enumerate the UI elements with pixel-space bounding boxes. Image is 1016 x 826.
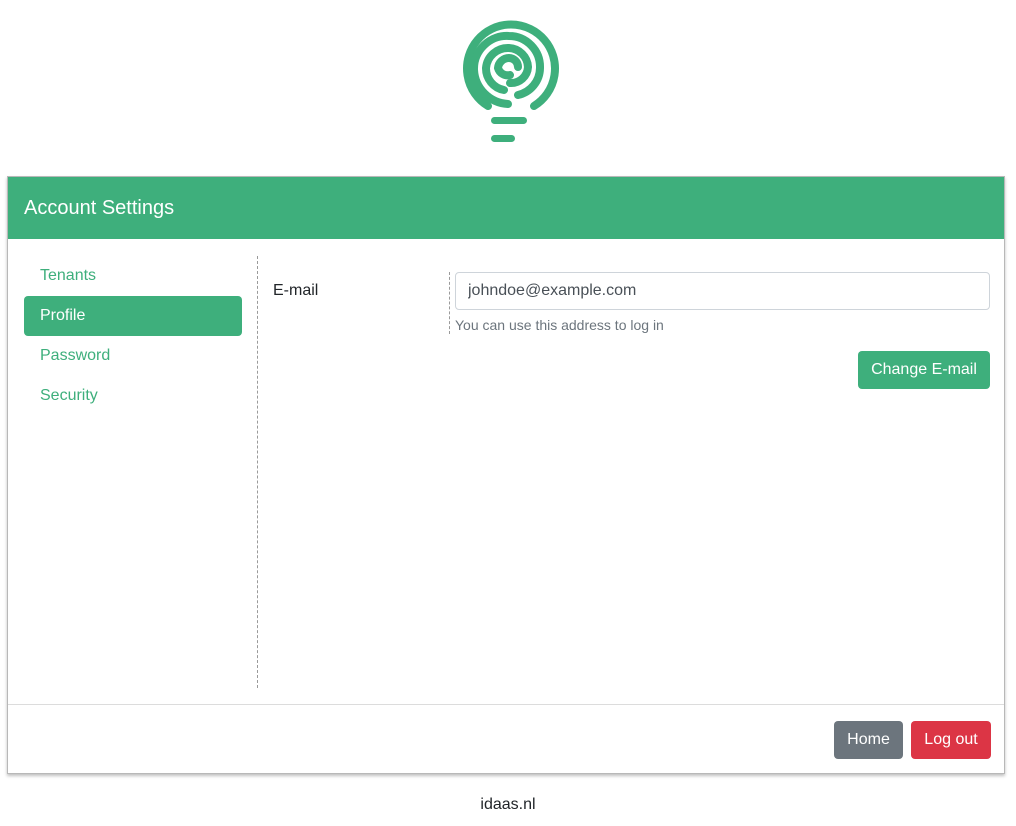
footer-domain: idaas.nl	[480, 796, 536, 813]
header-logo-area	[0, 0, 1016, 176]
sidebar-item-security[interactable]: Security	[24, 376, 242, 416]
email-label: E-mail	[273, 282, 319, 299]
home-button[interactable]: Home	[834, 721, 903, 759]
logout-button[interactable]: Log out	[911, 721, 991, 759]
account-settings-card: Account Settings Tenants Profile Passwor…	[7, 176, 1005, 774]
sidebar-item-profile[interactable]: Profile	[24, 296, 242, 336]
field-divider	[449, 272, 450, 334]
card-title: Account Settings	[8, 177, 1004, 239]
sidebar-item-tenants[interactable]: Tenants	[24, 256, 242, 296]
sidebar-item-password[interactable]: Password	[24, 336, 242, 376]
email-field[interactable]	[455, 272, 990, 310]
card-footer-divider	[8, 704, 1004, 705]
email-help-text: You can use this address to log in	[455, 317, 664, 333]
sidebar-divider	[257, 256, 258, 688]
lightbulb-spiral-icon	[463, 20, 559, 142]
settings-sidebar: Tenants Profile Password Security	[24, 256, 242, 416]
change-email-button[interactable]: Change E-mail	[858, 351, 990, 389]
